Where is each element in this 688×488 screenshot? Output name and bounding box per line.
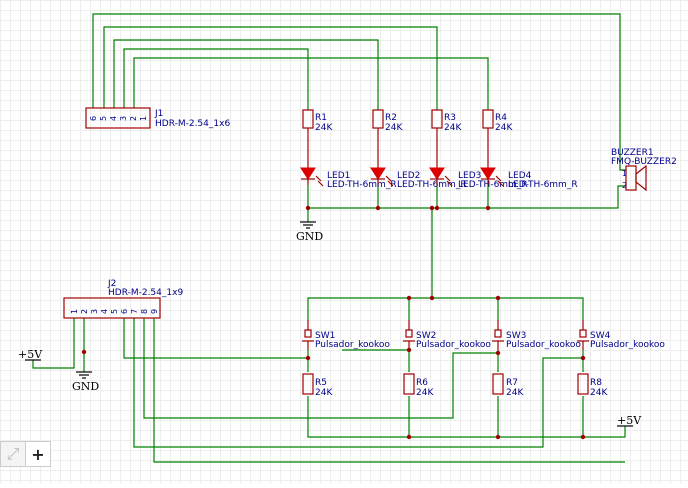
svg-text:8: 8 <box>140 309 149 314</box>
svg-text:R5: R5 <box>315 378 327 388</box>
svg-text:24K: 24K <box>315 123 333 133</box>
resistor-r2[interactable]: R2 24K <box>372 109 403 168</box>
buzzer-1[interactable]: 1 2 BUZZER1 FMQ-BUZZER2 <box>611 148 677 192</box>
vcc-symbol-left: +5V <box>18 348 43 361</box>
j1-pin: 3 <box>119 116 128 121</box>
wire-j2-pin6 <box>123 318 308 359</box>
resistor-r8[interactable]: R8 24K <box>577 373 608 398</box>
wire-resistor-bottom <box>307 396 626 438</box>
plus-icon: + <box>31 444 45 464</box>
wire-j1-pin2 <box>133 57 489 110</box>
svg-text:24K: 24K <box>416 388 434 398</box>
svg-text:5: 5 <box>110 309 119 314</box>
schematic-drawing: 6 5 4 3 2 1 J1 HDR-M-2.54_1x6 R1 24K R2 … <box>18 13 677 463</box>
svg-text:Pulsador_kookoo: Pulsador_kookoo <box>590 340 665 350</box>
svg-text:24K: 24K <box>385 123 403 133</box>
switch-sw1[interactable]: SW1 Pulsador_kookoo <box>302 320 390 350</box>
resistor-r6[interactable]: R6 24K <box>403 373 434 398</box>
svg-text:GND: GND <box>296 230 323 243</box>
svg-text:+5V: +5V <box>18 348 43 361</box>
svg-text:24K: 24K <box>444 123 462 133</box>
zoom-toolbar: ⤢ − + <box>0 441 51 467</box>
j1-pin: 1 <box>139 116 148 121</box>
svg-text:6: 6 <box>120 309 129 314</box>
resistor-r3[interactable]: R3 24K <box>431 109 462 168</box>
svg-text:Pulsador_kookoo: Pulsador_kookoo <box>315 340 390 350</box>
j1-pin: 6 <box>89 116 98 121</box>
svg-text:R4: R4 <box>495 113 507 123</box>
switch-sw3[interactable]: SW3 Pulsador_kookoo <box>492 320 581 350</box>
svg-text:GND: GND <box>72 380 99 393</box>
connector-j1[interactable]: 6 5 4 3 2 1 J1 HDR-M-2.54_1x6 <box>85 107 230 129</box>
zoom-in-button[interactable]: + <box>25 442 50 466</box>
svg-text:R7: R7 <box>506 378 518 388</box>
switch-sw2[interactable]: SW2 Pulsador_kookoo <box>403 320 491 350</box>
j1-value: HDR-M-2.54_1x6 <box>155 119 230 129</box>
svg-text:2: 2 <box>80 309 89 314</box>
svg-text:1: 1 <box>622 169 627 178</box>
svg-text:R8: R8 <box>590 378 602 388</box>
svg-text:+5V: +5V <box>617 414 642 427</box>
vcc-symbol-right: +5V <box>617 414 642 427</box>
svg-text:1: 1 <box>70 309 79 314</box>
svg-text:LED-TH-6mm_R: LED-TH-6mm_R <box>327 180 397 190</box>
schematic-canvas[interactable]: 6 5 4 3 2 1 J1 HDR-M-2.54_1x6 R1 24K R2 … <box>0 0 688 484</box>
svg-text:2: 2 <box>622 181 627 190</box>
svg-text:R6: R6 <box>416 378 428 388</box>
svg-text:7: 7 <box>130 309 139 314</box>
wire-switch-top <box>307 297 584 320</box>
resistor-r7[interactable]: R7 24K <box>492 373 524 398</box>
svg-text:9: 9 <box>150 309 159 314</box>
svg-text:3: 3 <box>90 309 99 314</box>
svg-text:Pulsador_kookoo: Pulsador_kookoo <box>506 340 581 350</box>
gnd-symbol-bottom: GND <box>72 371 99 393</box>
switch-sw4[interactable]: SW4 Pulsador_kookoo <box>577 320 665 350</box>
svg-text:LED-TH-6mm_R: LED-TH-6mm_R <box>508 180 578 190</box>
wire-j1-pin4 <box>113 39 379 110</box>
fit-view-icon: ⤢ <box>6 444 20 463</box>
svg-text:R3: R3 <box>444 113 456 123</box>
resistor-r5[interactable]: R5 24K <box>302 373 333 398</box>
j1-pin: 5 <box>99 116 108 121</box>
junctions <box>81 205 586 440</box>
svg-text:24K: 24K <box>590 388 608 398</box>
svg-text:LED-TH-6mm_R: LED-TH-6mm_R <box>397 180 467 190</box>
svg-text:HDR-M-2.54_1x9: HDR-M-2.54_1x9 <box>108 288 183 298</box>
svg-text:R2: R2 <box>385 113 397 123</box>
gnd-symbol-top: GND <box>296 221 323 243</box>
j1-pin: 4 <box>109 116 118 121</box>
resistor-r4[interactable]: R4 24K <box>482 109 513 168</box>
j1-pin: 2 <box>129 116 138 121</box>
svg-text:4: 4 <box>100 309 109 314</box>
svg-text:24K: 24K <box>315 388 333 398</box>
svg-text:Pulsador_kookoo: Pulsador_kookoo <box>416 340 491 350</box>
svg-text:24K: 24K <box>506 388 524 398</box>
j1-ref: J1 <box>154 109 163 119</box>
resistor-r1[interactable]: R1 24K <box>302 109 333 168</box>
svg-text:24K: 24K <box>495 123 513 133</box>
connector-j2[interactable]: 1 2 3 4 5 6 7 8 9 J2 HDR-M-2.54_1x9 <box>63 279 183 319</box>
svg-text:FMQ-BUZZER2: FMQ-BUZZER2 <box>611 157 677 167</box>
wire-j1-pin6 <box>92 13 626 171</box>
svg-text:R1: R1 <box>315 113 327 123</box>
fit-view-button[interactable]: ⤢ <box>1 442 25 466</box>
